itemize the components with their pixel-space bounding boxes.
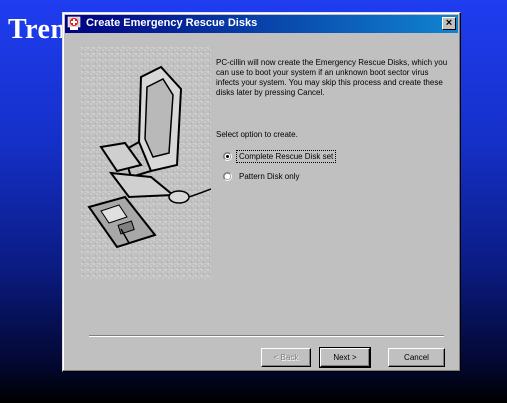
- radio-pattern-only[interactable]: [223, 172, 232, 181]
- rescue-disk-dialog: Create Emergency Rescue Disks × PC-cilli…: [62, 12, 461, 372]
- option-complete-rescue-set[interactable]: Complete Rescue Disk set: [223, 150, 337, 163]
- radio-complete-set[interactable]: [223, 152, 232, 161]
- back-button[interactable]: < Back: [261, 348, 311, 367]
- description-text: PC-cillin will now create the Emergency …: [216, 58, 448, 97]
- option-pattern-label: Pattern Disk only: [239, 172, 300, 181]
- option-pattern-disk-only[interactable]: Pattern Disk only: [223, 171, 301, 182]
- next-button[interactable]: Next >: [319, 347, 371, 368]
- app-icon: [67, 16, 81, 30]
- cancel-button[interactable]: Cancel: [388, 348, 445, 367]
- close-button[interactable]: ×: [442, 17, 456, 30]
- computer-illustration: [81, 47, 211, 279]
- dialog-title: Create Emergency Rescue Disks: [86, 17, 258, 29]
- background-title: Tren: [8, 14, 67, 45]
- separator: [89, 335, 444, 337]
- option-prompt: Select option to create.: [216, 130, 298, 139]
- title-bar[interactable]: Create Emergency Rescue Disks ×: [65, 15, 458, 33]
- option-complete-label: Complete Rescue Disk set: [235, 150, 337, 163]
- close-icon: ×: [445, 17, 453, 29]
